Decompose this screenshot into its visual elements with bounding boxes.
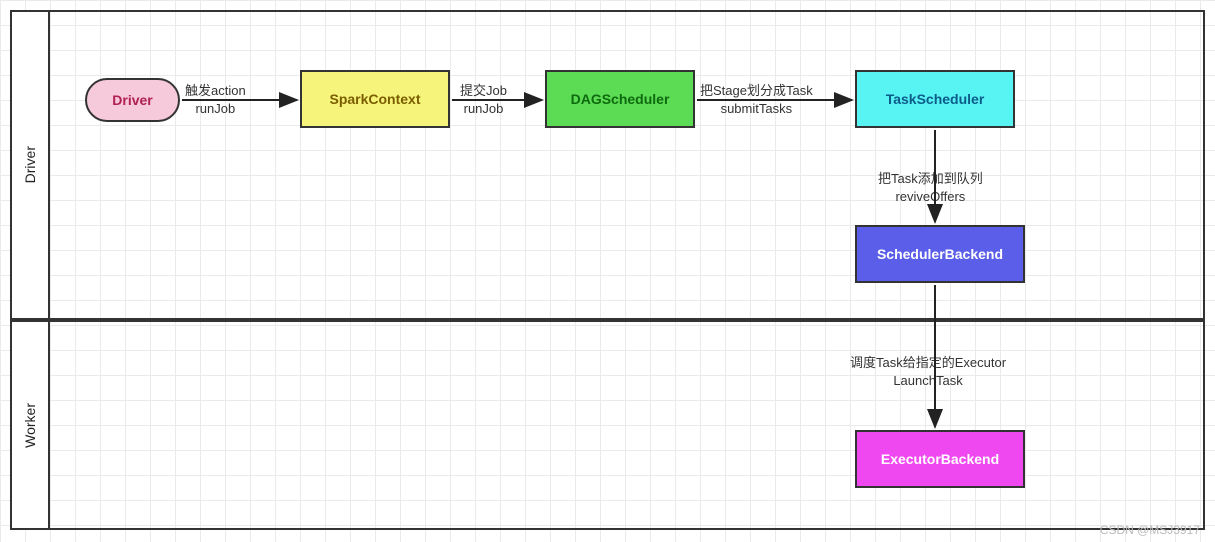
swimlane-worker-header: Worker xyxy=(10,320,50,530)
edge-label-task-to-schedbk: 把Task添加到队列 reviveOffers xyxy=(878,170,983,205)
node-scheduler-backend: SchedulerBackend xyxy=(855,225,1025,283)
edge-label-text: runJob xyxy=(195,101,235,116)
edge-label-text: LaunchTask xyxy=(893,373,962,388)
edge-label-text: 把Task添加到队列 xyxy=(878,171,983,186)
node-executor-backend: ExecutorBackend xyxy=(855,430,1025,488)
edge-label-text: runJob xyxy=(464,101,504,116)
edge-label-text: reviveOffers xyxy=(895,189,965,204)
node-driver: Driver xyxy=(85,78,180,122)
swimlane-driver-header: Driver xyxy=(10,10,50,320)
node-executor-backend-label: ExecutorBackend xyxy=(881,451,999,467)
node-spark-context-label: SparkContext xyxy=(329,91,420,107)
edge-label-text: submitTasks xyxy=(721,101,793,116)
node-task-scheduler: TaskScheduler xyxy=(855,70,1015,128)
edge-label-text: 提交Job xyxy=(460,83,507,98)
swimlane-driver-label: Driver xyxy=(22,146,38,183)
edge-label-spark-to-dag: 提交Job runJob xyxy=(460,82,507,117)
node-spark-context: SparkContext xyxy=(300,70,450,128)
node-driver-label: Driver xyxy=(112,92,152,108)
edge-label-driver-to-spark: 触发action runJob xyxy=(185,82,246,117)
swimlane-worker-body xyxy=(50,320,1205,530)
swimlane-worker-label: Worker xyxy=(22,403,38,448)
node-scheduler-backend-label: SchedulerBackend xyxy=(877,246,1003,262)
edge-label-text: 触发action xyxy=(185,83,246,98)
edge-label-dag-to-task: 把Stage划分成Task submitTasks xyxy=(700,82,813,117)
edge-label-text: 把Stage划分成Task xyxy=(700,83,813,98)
node-dag-scheduler-label: DAGScheduler xyxy=(571,91,670,107)
node-task-scheduler-label: TaskScheduler xyxy=(886,91,985,107)
node-dag-scheduler: DAGScheduler xyxy=(545,70,695,128)
watermark: CSDN @MSJ3917 xyxy=(1100,523,1200,537)
swimlane-driver-body xyxy=(50,10,1205,320)
edge-label-schedbk-to-exec: 调度Task给指定的Executor LaunchTask xyxy=(850,354,1006,389)
edge-label-text: 调度Task给指定的Executor xyxy=(850,355,1006,370)
